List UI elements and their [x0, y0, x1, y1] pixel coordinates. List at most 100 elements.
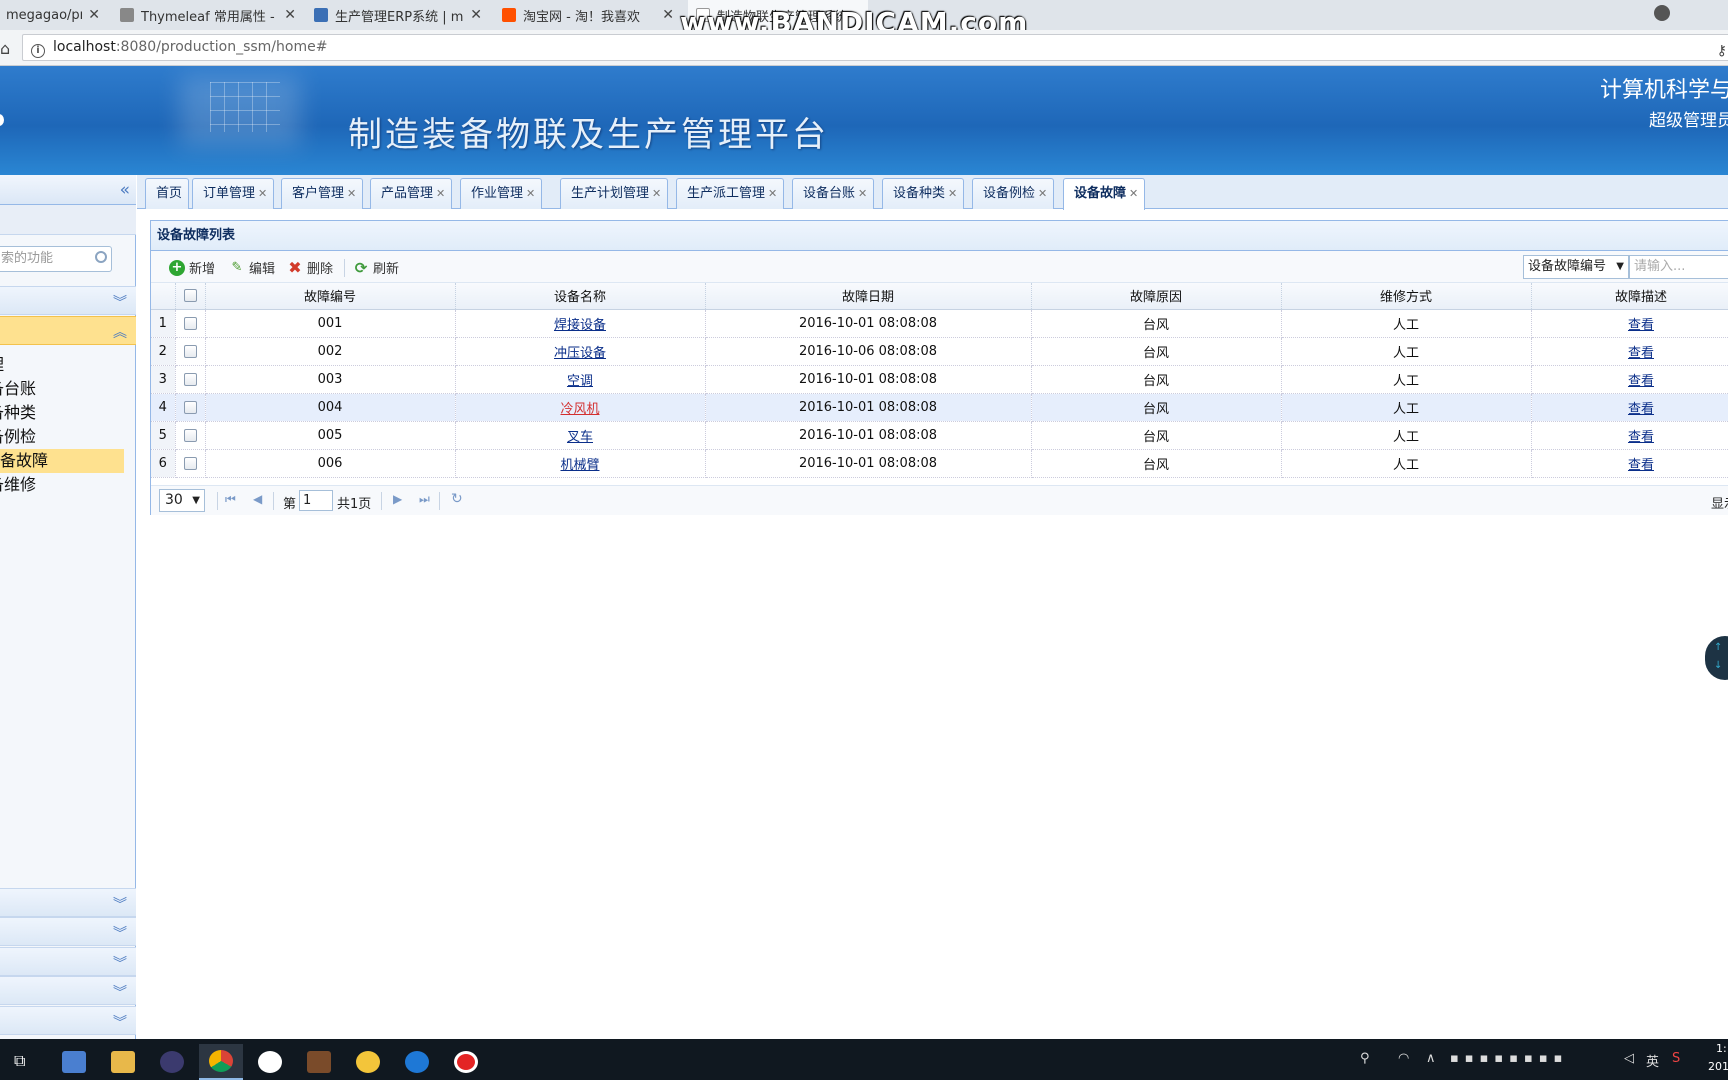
- tab-device-fault[interactable]: 设备故障 ✕: [1063, 178, 1146, 210]
- sidebar-search-input[interactable]: 索的功能: [0, 246, 112, 272]
- row-checkbox[interactable]: [183, 428, 197, 442]
- info-icon[interactable]: i: [31, 44, 45, 58]
- expand-icon[interactable]: ︾: [113, 982, 127, 1002]
- browser-tab-taobao[interactable]: 淘宝网 - 淘！我喜欢 ✕: [494, 0, 682, 30]
- close-icon[interactable]: ✕: [1038, 187, 1047, 200]
- last-page-icon[interactable]: ⏭: [419, 492, 430, 507]
- taskbar-app-icon[interactable]: [297, 1044, 341, 1080]
- taskbar-baidu-icon[interactable]: [248, 1044, 292, 1080]
- tab-device-check[interactable]: 设备例检 ✕: [972, 178, 1055, 209]
- url-input[interactable]: i localhost:8080/production_ssm/home# ⚷: [22, 34, 1728, 61]
- profile-icon[interactable]: [1654, 5, 1670, 21]
- taskbar-bandicam-icon[interactable]: [444, 1044, 488, 1080]
- device-name-link[interactable]: 机械臂: [560, 458, 599, 473]
- sidebar-item-device-check[interactable]: 备例检: [0, 425, 124, 449]
- expand-icon[interactable]: ︾: [113, 923, 127, 943]
- close-icon[interactable]: ✕: [526, 187, 535, 200]
- close-icon[interactable]: ✕: [858, 187, 867, 200]
- delete-button[interactable]: ✖ 删除: [287, 258, 333, 277]
- taskbar-eclipse-icon[interactable]: [150, 1044, 194, 1080]
- tab-plan[interactable]: 生产计划管理 ✕: [560, 178, 669, 209]
- close-icon[interactable]: ✕: [1129, 187, 1138, 200]
- column-header[interactable]: 故障描述: [1531, 283, 1728, 310]
- view-description-link[interactable]: 查看: [1628, 374, 1654, 389]
- column-header[interactable]: 故障编号: [205, 283, 456, 310]
- tab-work[interactable]: 作业管理 ✕: [460, 178, 543, 209]
- row-checkbox[interactable]: [183, 400, 197, 414]
- prev-page-icon[interactable]: ◀: [253, 492, 262, 506]
- column-header[interactable]: 设备名称: [455, 283, 706, 310]
- table-row[interactable]: 1 001 焊接设备 2016-10-01 08:08:08 台风 人工 查看: [151, 309, 1728, 338]
- table-row[interactable]: 6 006 机械臂 2016-10-01 08:08:08 台风 人工 查看: [151, 449, 1728, 478]
- taskbar-folder-icon[interactable]: [101, 1044, 145, 1080]
- view-description-link[interactable]: 查看: [1628, 318, 1654, 333]
- tab-customer[interactable]: 客户管理 ✕: [281, 178, 364, 209]
- row-checkbox[interactable]: [183, 456, 197, 470]
- select-all-checkbox[interactable]: [183, 289, 197, 303]
- browser-tab-erp[interactable]: 生产管理ERP系统 | meg ✕: [306, 0, 490, 30]
- tab-home[interactable]: 首页: [145, 178, 190, 209]
- scroll-up-icon[interactable]: ↑: [1714, 642, 1722, 653]
- sidebar-item-device-type[interactable]: 备种类: [0, 401, 124, 425]
- expand-icon[interactable]: ︾: [113, 894, 127, 914]
- device-name-link[interactable]: 叉车: [567, 430, 593, 445]
- task-view-icon[interactable]: ⧉: [14, 1051, 25, 1071]
- taskbar-app-network-icon[interactable]: [52, 1044, 96, 1080]
- reload-icon[interactable]: ↻: [451, 491, 463, 507]
- close-icon[interactable]: ✕: [436, 187, 445, 200]
- clock-time[interactable]: 1:: [1716, 1042, 1727, 1055]
- close-icon[interactable]: ✕: [470, 7, 482, 23]
- tab-device-type[interactable]: 设备种类 ✕: [882, 178, 965, 209]
- row-checkbox[interactable]: [183, 372, 197, 386]
- home-icon[interactable]: ⌂: [0, 39, 10, 58]
- sidebar-group-header[interactable]: ︾: [0, 1006, 136, 1035]
- clock-date[interactable]: 201: [1708, 1060, 1728, 1073]
- tab-dispatch[interactable]: 生产派工管理 ✕: [676, 178, 785, 209]
- taskbar-qq-icon[interactable]: [346, 1044, 390, 1080]
- sidebar-item-device-ledger[interactable]: 备台账: [0, 377, 124, 401]
- column-header[interactable]: 故障原因: [1031, 283, 1282, 310]
- page-number-input[interactable]: 1: [299, 490, 333, 511]
- ime-indicator[interactable]: 英: [1646, 1051, 1659, 1070]
- tab-device-ledger[interactable]: 设备台账 ✕: [792, 178, 875, 209]
- close-icon[interactable]: ✕: [662, 7, 674, 23]
- search-field-select[interactable]: 设备故障编号 ▼: [1523, 255, 1629, 279]
- wifi-icon[interactable]: ◠: [1398, 1051, 1409, 1066]
- search-input[interactable]: 请输入...: [1629, 255, 1728, 279]
- close-icon[interactable]: ✕: [258, 187, 267, 200]
- close-icon[interactable]: ✕: [347, 187, 356, 200]
- close-icon[interactable]: ✕: [88, 7, 100, 23]
- edit-button[interactable]: ✎ 编辑: [229, 258, 275, 278]
- taskbar-chrome-icon[interactable]: [199, 1044, 243, 1080]
- browser-tab-github[interactable]: megagao/pro ✕: [0, 0, 108, 30]
- first-page-icon[interactable]: ⏮: [225, 492, 236, 507]
- view-description-link[interactable]: 查看: [1628, 402, 1654, 417]
- table-row[interactable]: 4 004 冷风机 2016-10-01 08:08:08 台风 人工 查看: [151, 393, 1728, 422]
- view-description-link[interactable]: 查看: [1628, 458, 1654, 473]
- taskbar-edge-icon[interactable]: [395, 1044, 439, 1080]
- sidebar-group-header[interactable]: ︾: [0, 976, 136, 1005]
- row-checkbox[interactable]: [183, 344, 197, 358]
- next-page-icon[interactable]: ▶: [393, 492, 402, 506]
- expand-icon[interactable]: ︾: [113, 292, 127, 312]
- sidebar-item[interactable]: 理: [0, 353, 124, 377]
- user-tray-icon[interactable]: ⚲: [1360, 1051, 1370, 1066]
- table-row[interactable]: 2 002 冲压设备 2016-10-06 08:08:08 台风 人工 查看: [151, 337, 1728, 366]
- speaker-icon[interactable]: ◁: [1624, 1051, 1634, 1066]
- scroll-down-icon[interactable]: ↓: [1714, 660, 1722, 671]
- sidebar-group-header[interactable]: ︾: [0, 947, 136, 976]
- close-icon[interactable]: ✕: [652, 187, 661, 200]
- device-name-link[interactable]: 焊接设备: [554, 318, 606, 333]
- tab-product[interactable]: 产品管理 ✕: [370, 178, 453, 209]
- device-name-link[interactable]: 空调: [567, 374, 593, 389]
- sidebar-group-header[interactable]: ︾: [0, 888, 136, 917]
- close-icon[interactable]: ✕: [284, 7, 296, 23]
- tray-icons[interactable]: ▪▪▪▪▪▪▪▪: [1450, 1051, 1610, 1066]
- sidebar-item-device-repair[interactable]: 备维修: [0, 473, 124, 497]
- expand-icon[interactable]: ︾: [113, 1012, 127, 1032]
- close-icon[interactable]: ✕: [768, 187, 777, 200]
- device-name-link[interactable]: 冲压设备: [554, 346, 606, 361]
- refresh-button[interactable]: ⟳ 刷新: [353, 258, 399, 278]
- collapse-icon[interactable]: ︽: [113, 322, 127, 342]
- sidebar-group-header-device[interactable]: ︽: [0, 316, 136, 345]
